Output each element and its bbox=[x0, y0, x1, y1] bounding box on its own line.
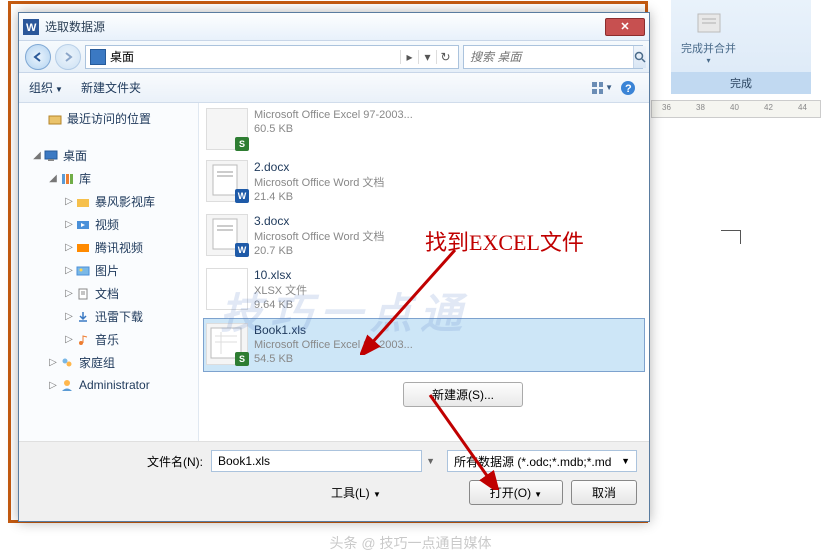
sidebar-item-baofeng[interactable]: ▷暴风影视库 bbox=[27, 190, 198, 213]
file-item[interactable]: 10.xlsxXLSX 文件9.64 KB bbox=[203, 263, 645, 317]
sidebar-item-pictures[interactable]: ▷图片 bbox=[27, 259, 198, 282]
help-button[interactable]: ? bbox=[617, 77, 639, 99]
file-item[interactable]: S Microsoft Office Excel 97-2003...60.5 … bbox=[203, 103, 645, 155]
close-button[interactable]: ✕ bbox=[605, 18, 645, 36]
location-text: 桌面 bbox=[110, 48, 400, 65]
doc-corner-mark bbox=[721, 230, 741, 244]
ruler: 36 38 40 42 44 bbox=[651, 100, 821, 118]
cancel-button[interactable]: 取消 bbox=[571, 480, 637, 505]
pictures-icon bbox=[75, 263, 91, 279]
collapse-icon[interactable]: ◢ bbox=[31, 150, 43, 161]
address-bar[interactable]: 桌面 ▸ ▾ ↻ bbox=[85, 45, 459, 69]
user-icon bbox=[59, 377, 75, 393]
filename-dropdown[interactable]: ▼ bbox=[422, 456, 439, 466]
desktop-icon bbox=[90, 49, 106, 65]
new-source-button[interactable]: 新建源(S)... bbox=[403, 382, 523, 407]
sidebar-item-music[interactable]: ▷音乐 bbox=[27, 328, 198, 351]
file-thumb-icon bbox=[206, 268, 248, 310]
open-button[interactable]: 打开(O)▼ bbox=[469, 480, 563, 505]
sidebar-item-video[interactable]: ▷视频 bbox=[27, 213, 198, 236]
tools-menu[interactable]: 工具(L) ▼ bbox=[331, 486, 381, 500]
filename-input[interactable] bbox=[211, 450, 422, 472]
sidebar-item-documents[interactable]: ▷文档 bbox=[27, 282, 198, 305]
word-icon: W bbox=[23, 19, 39, 35]
file-thumb-icon: S bbox=[206, 323, 248, 365]
collapse-icon[interactable]: ◢ bbox=[47, 173, 59, 184]
new-folder-button[interactable]: 新建文件夹 bbox=[81, 79, 141, 96]
dialog-title: 选取数据源 bbox=[45, 18, 605, 35]
file-item[interactable]: W 3.docxMicrosoft Office Word 文档20.7 KB bbox=[203, 209, 645, 263]
search-box[interactable] bbox=[463, 45, 643, 69]
documents-icon bbox=[75, 286, 91, 302]
location-dropdown[interactable]: ▸ bbox=[400, 50, 418, 64]
video-icon bbox=[75, 217, 91, 233]
nav-back-button[interactable] bbox=[25, 44, 51, 70]
search-input[interactable] bbox=[464, 50, 633, 64]
ribbon-finish-merge-label: 完成并合并 bbox=[681, 43, 736, 55]
dialog-footer: 文件名(N): ▼ 所有数据源 (*.odc;*.mdb;*.md▼ 工具(L)… bbox=[19, 441, 649, 521]
organize-menu[interactable]: 组织▼ bbox=[29, 79, 63, 96]
sidebar-item-homegroup[interactable]: ▷家庭组 bbox=[27, 351, 198, 374]
sidebar-item-libraries[interactable]: ◢库 bbox=[27, 167, 198, 190]
refresh-button[interactable]: ↻ bbox=[436, 50, 454, 64]
libraries-icon bbox=[59, 171, 75, 187]
file-thumb-icon: W bbox=[206, 214, 248, 256]
desktop-icon bbox=[43, 148, 59, 164]
file-thumb-icon: S bbox=[206, 108, 248, 150]
file-open-dialog: W 选取数据源 ✕ 桌面 ▸ ▾ ↻ 组织▼ 新建文件夹 ▼ ? 最近访问的位置… bbox=[18, 12, 650, 522]
svg-text:?: ? bbox=[625, 83, 632, 95]
ribbon-group-finish: 完成 bbox=[671, 72, 811, 94]
sidebar-item-desktop[interactable]: ◢桌面 bbox=[27, 144, 198, 167]
history-dropdown[interactable]: ▾ bbox=[418, 50, 436, 64]
file-filter[interactable]: 所有数据源 (*.odc;*.mdb;*.md▼ bbox=[447, 450, 637, 472]
nav-forward-button[interactable] bbox=[55, 44, 81, 70]
search-icon[interactable] bbox=[633, 46, 646, 68]
file-item[interactable]: W 2.docxMicrosoft Office Word 文档21.4 KB bbox=[203, 155, 645, 209]
ribbon-finish-merge[interactable]: 完成并合并▾ bbox=[675, 4, 742, 69]
toolbar: 组织▼ 新建文件夹 ▼ ? bbox=[19, 73, 649, 103]
file-thumb-icon: W bbox=[206, 160, 248, 202]
video-icon bbox=[75, 240, 91, 256]
filename-label: 文件名(N): bbox=[31, 453, 211, 470]
sidebar-item-xunlei[interactable]: ▷迅雷下载 bbox=[27, 305, 198, 328]
download-icon bbox=[75, 309, 91, 325]
nav-pane: 最近访问的位置 ◢桌面 ◢库 ▷暴风影视库 ▷视频 ▷腾讯视频 ▷图片 ▷文档 … bbox=[19, 103, 199, 441]
folder-icon bbox=[75, 194, 91, 210]
sidebar-item-recent[interactable]: 最近访问的位置 bbox=[27, 107, 198, 130]
file-item-selected[interactable]: S Book1.xlsMicrosoft Office Excel 97-200… bbox=[203, 318, 645, 372]
sidebar-item-tencent[interactable]: ▷腾讯视频 bbox=[27, 236, 198, 259]
homegroup-icon bbox=[59, 355, 75, 371]
svg-text:W: W bbox=[26, 22, 37, 34]
sidebar-item-admin[interactable]: ▷Administrator bbox=[27, 374, 198, 396]
file-list: S Microsoft Office Excel 97-2003...60.5 … bbox=[199, 103, 649, 441]
titlebar: W 选取数据源 ✕ bbox=[19, 13, 649, 41]
recent-icon bbox=[47, 111, 63, 127]
navbar: 桌面 ▸ ▾ ↻ bbox=[19, 41, 649, 73]
view-button[interactable]: ▼ bbox=[591, 77, 613, 99]
music-icon bbox=[75, 332, 91, 348]
